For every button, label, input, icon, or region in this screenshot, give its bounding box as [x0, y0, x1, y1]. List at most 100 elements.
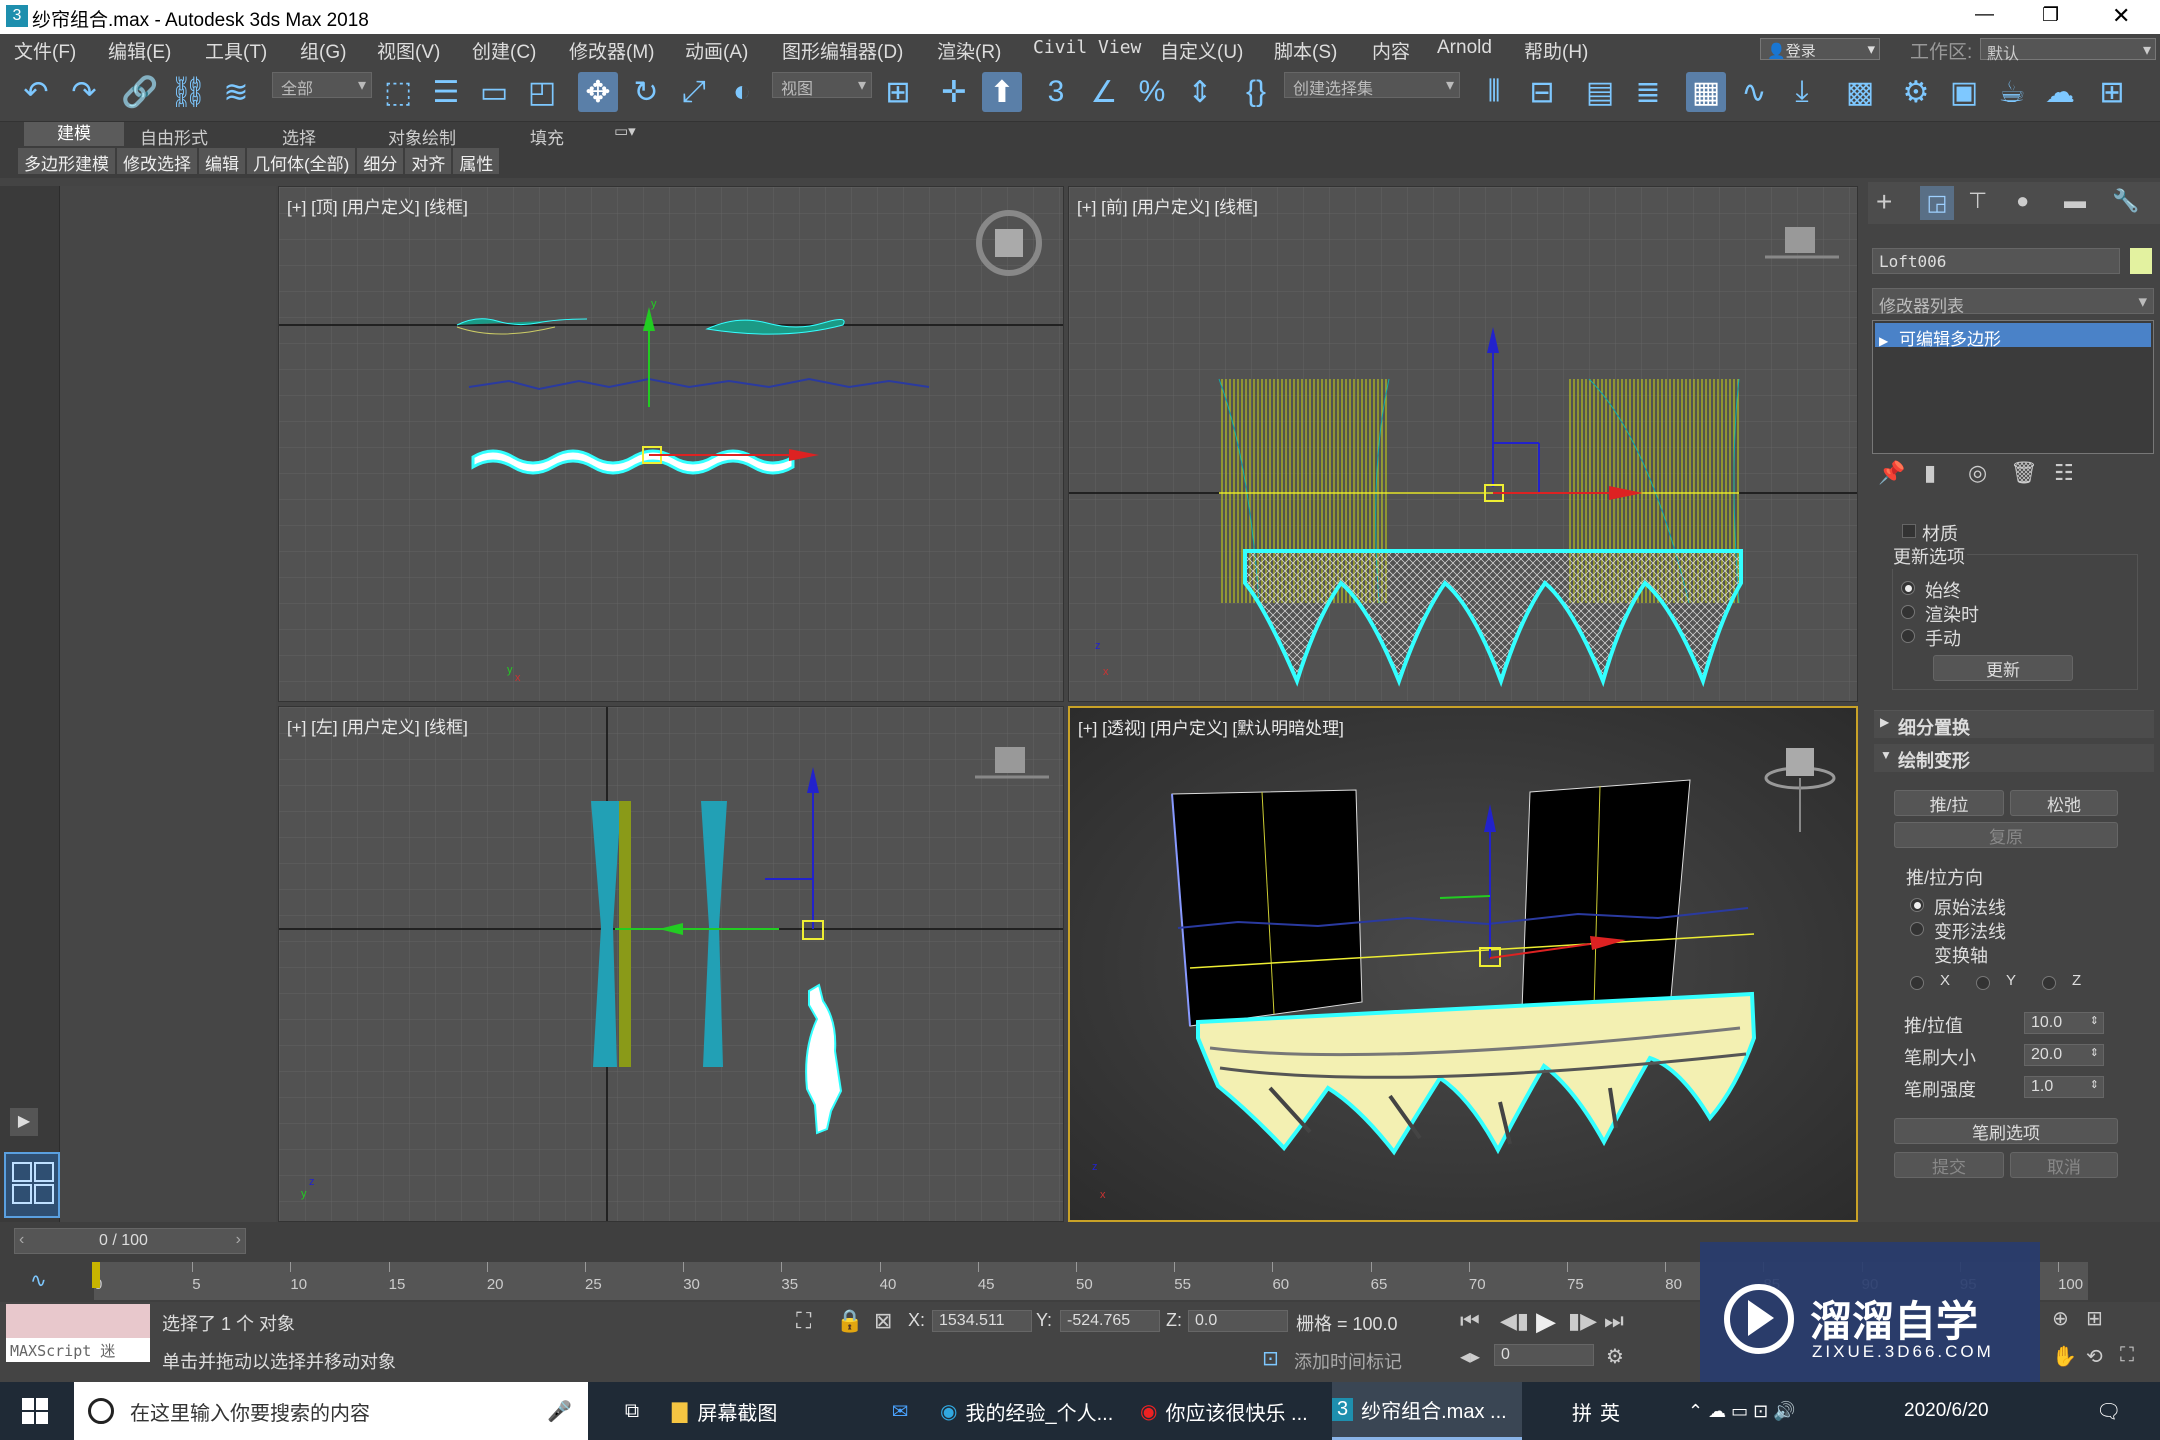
rollout-subdivision-displacement[interactable]: ▶ 细分置换 — [1874, 710, 2154, 738]
push-value-spinner[interactable]: 10.0 ⇕ — [2024, 1012, 2104, 1034]
menu-group[interactable]: 组(G) — [300, 37, 346, 64]
viewport-front[interactable]: z x [+] [前] [用户定义] [线框] — [1068, 186, 1858, 702]
render-production-icon[interactable]: ☕ — [1992, 72, 2032, 112]
subtab-subdivision[interactable]: 细分 — [357, 148, 404, 174]
time-config-icon[interactable]: ⚙ — [1606, 1344, 1624, 1369]
viewport-left[interactable]: z y [+] [左] [用户定义] [线框] — [278, 706, 1064, 1222]
subtab-modify-selection[interactable]: 修改选择 — [117, 148, 197, 174]
menu-content[interactable]: 内容 — [1372, 37, 1410, 64]
menu-rendering[interactable]: 渲染(R) — [937, 37, 1001, 64]
brush-strength-spinner[interactable]: 1.0 ⇕ — [2024, 1076, 2104, 1098]
viewport-layout-icon[interactable] — [4, 1152, 60, 1218]
expand-arrow-icon[interactable]: ▶ — [1879, 334, 1888, 348]
z-coord-field[interactable]: 0.0 — [1188, 1310, 1288, 1332]
menu-help[interactable]: 帮助(H) — [1524, 37, 1588, 64]
select-rotate-icon[interactable]: ↻ — [626, 72, 666, 112]
current-frame-field[interactable]: 0 — [1494, 1344, 1594, 1366]
x-coord-field[interactable]: 1534.511 — [932, 1310, 1032, 1332]
object-color-swatch[interactable] — [2130, 248, 2152, 274]
y-coord-field[interactable]: -524.765 — [1060, 1310, 1160, 1332]
prev-frame-icon[interactable]: ‹ — [19, 1231, 24, 1249]
deformed-normals-radio[interactable] — [1910, 922, 1924, 936]
menu-customize[interactable]: 自定义(U) — [1160, 37, 1243, 64]
menu-create[interactable]: 创建(C) — [472, 37, 536, 64]
pivot-center-icon[interactable]: ⊞ — [878, 72, 918, 112]
update-button[interactable]: 更新 — [1933, 655, 2073, 681]
ime-language[interactable]: 英 — [1600, 1382, 1620, 1440]
rendered-frame-icon[interactable]: ▣ — [1944, 72, 1984, 112]
percent-snap-icon[interactable]: % — [1132, 72, 1172, 112]
window-crossing-icon[interactable]: ◰ — [522, 72, 562, 112]
ribbon-options-icon[interactable]: ▭▾ — [614, 122, 636, 140]
subtab-edit[interactable]: 编辑 — [199, 148, 245, 174]
show-end-result-icon[interactable]: ▮ — [1924, 460, 1936, 486]
curve-editor-icon[interactable]: ∿ — [1734, 72, 1774, 112]
placement-icon[interactable]: ◐ — [722, 72, 762, 112]
subtab-properties[interactable]: 属性 — [453, 148, 500, 174]
expand-arrow-icon[interactable]: ▶ — [10, 1108, 38, 1136]
next-key-icon[interactable]: ▮▶ — [1568, 1308, 1597, 1334]
viewport-left-label[interactable]: [+] [左] [用户定义] [线框] — [287, 713, 468, 738]
viewport-top[interactable]: y y x [+] [顶] [用户定义] [线框] — [278, 186, 1064, 702]
goto-start-icon[interactable]: ⏮ — [1460, 1308, 1480, 1334]
nav-maximize-icon[interactable]: ⛶ — [2120, 1344, 2134, 1367]
select-move-icon[interactable]: ✥ — [578, 72, 618, 112]
viewport-front-label[interactable]: [+] [前] [用户定义] [线框] — [1077, 193, 1258, 218]
push-pull-button[interactable]: 推/拉 — [1894, 790, 2004, 816]
notifications-icon[interactable]: 🗨 — [2096, 1382, 2121, 1440]
ime-indicator[interactable]: 拼 — [1572, 1382, 1592, 1440]
configure-sets-icon[interactable]: ☷ — [2054, 460, 2074, 486]
revert-button[interactable]: 复原 — [1894, 822, 2118, 848]
ribbon-tab-freeform[interactable]: 自由形式 — [140, 124, 208, 149]
hierarchy-panel-icon[interactable]: ⊤ — [1968, 188, 1987, 214]
rollout-paint-deformation[interactable]: ▼ 绘制变形 — [1874, 744, 2154, 772]
next-frame-icon[interactable]: › — [236, 1231, 241, 1249]
manipulate-icon[interactable]: ✛ — [934, 72, 974, 112]
modifier-list-dropdown[interactable]: 修改器列表 ▾ — [1872, 288, 2154, 316]
relax-button[interactable]: 松弛 — [2010, 790, 2118, 816]
render-online-icon[interactable]: ☁ — [2040, 72, 2080, 112]
close-button[interactable]: ✕ — [2112, 3, 2130, 29]
nav-zoom-all-icon[interactable]: ⊞ — [2086, 1306, 2103, 1331]
key-mode-icon[interactable]: ◂▸ — [1460, 1344, 1480, 1369]
mirror-icon[interactable]: ⫴ — [1474, 72, 1514, 112]
bind-spacewarp-icon[interactable]: ≋ — [216, 72, 256, 112]
brush-options-button[interactable]: 笔刷选项 — [1894, 1118, 2118, 1144]
schematic-view-icon[interactable]: ⤓ — [1782, 72, 1822, 112]
viewport-perspective-label[interactable]: [+] [透视] [用户定义] [默认明暗处理] — [1078, 714, 1344, 739]
modify-panel-icon[interactable]: ◲ — [1920, 186, 1954, 220]
task-screenshots[interactable]: ▇ 屏幕截图 — [672, 1382, 852, 1440]
scene-explorer-icon[interactable]: ▤ — [1580, 72, 1620, 112]
pin-stack-icon[interactable]: 📌 — [1878, 460, 1905, 486]
always-radio[interactable] — [1901, 581, 1915, 595]
nav-pan-icon[interactable]: ✋ — [2052, 1344, 2077, 1369]
material-checkbox[interactable] — [1902, 524, 1916, 538]
menu-arnold[interactable]: Arnold — [1437, 37, 1492, 59]
layer-explorer-icon[interactable]: ≣ — [1628, 72, 1668, 112]
ribbon-tab-object-paint[interactable]: 对象绘制 — [388, 124, 456, 149]
task-edge[interactable]: ◉ 我的经验_个人... — [940, 1382, 1130, 1440]
clock-date[interactable]: 2020/6/20 — [1904, 1382, 1989, 1440]
time-cursor[interactable] — [92, 1262, 100, 1288]
cancel-button[interactable]: 取消 — [2010, 1152, 2118, 1178]
keyboard-shortcut-icon[interactable]: ⬆ — [982, 72, 1022, 112]
lock-icon[interactable]: 🔒 — [836, 1308, 863, 1334]
on-render-radio[interactable] — [1901, 605, 1915, 619]
unlink-icon[interactable]: ⛓ — [168, 72, 208, 112]
workspace-dropdown[interactable]: 默认 ▾ — [1980, 38, 2156, 63]
stack-item-editable-poly[interactable]: ▶ 可编辑多边形 — [1875, 323, 2151, 349]
commit-button[interactable]: 提交 — [1894, 1152, 2004, 1178]
task-music[interactable]: ◉ 你应该很快乐 ... — [1140, 1382, 1320, 1440]
subtab-align[interactable]: 对齐 — [405, 148, 452, 174]
axis-x-radio[interactable] — [1910, 976, 1924, 990]
viewport-perspective[interactable]: z x [+] [透视] [用户定义] [默认明暗处理] — [1068, 706, 1858, 1222]
menu-edit[interactable]: 编辑(E) — [108, 37, 171, 64]
menu-scripting[interactable]: 脚本(S) — [1274, 37, 1337, 64]
start-button[interactable] — [0, 1382, 70, 1440]
material-editor-icon[interactable]: ▩ — [1840, 72, 1880, 112]
ribbon-tab-selection[interactable]: 选择 — [282, 124, 316, 149]
goto-end-icon[interactable]: ⏭ — [1604, 1308, 1624, 1334]
toggle-ribbon-icon[interactable]: ▦ — [1686, 72, 1726, 112]
menu-modifiers[interactable]: 修改器(M) — [569, 37, 654, 64]
select-object-icon[interactable]: ⬚ — [378, 72, 418, 112]
